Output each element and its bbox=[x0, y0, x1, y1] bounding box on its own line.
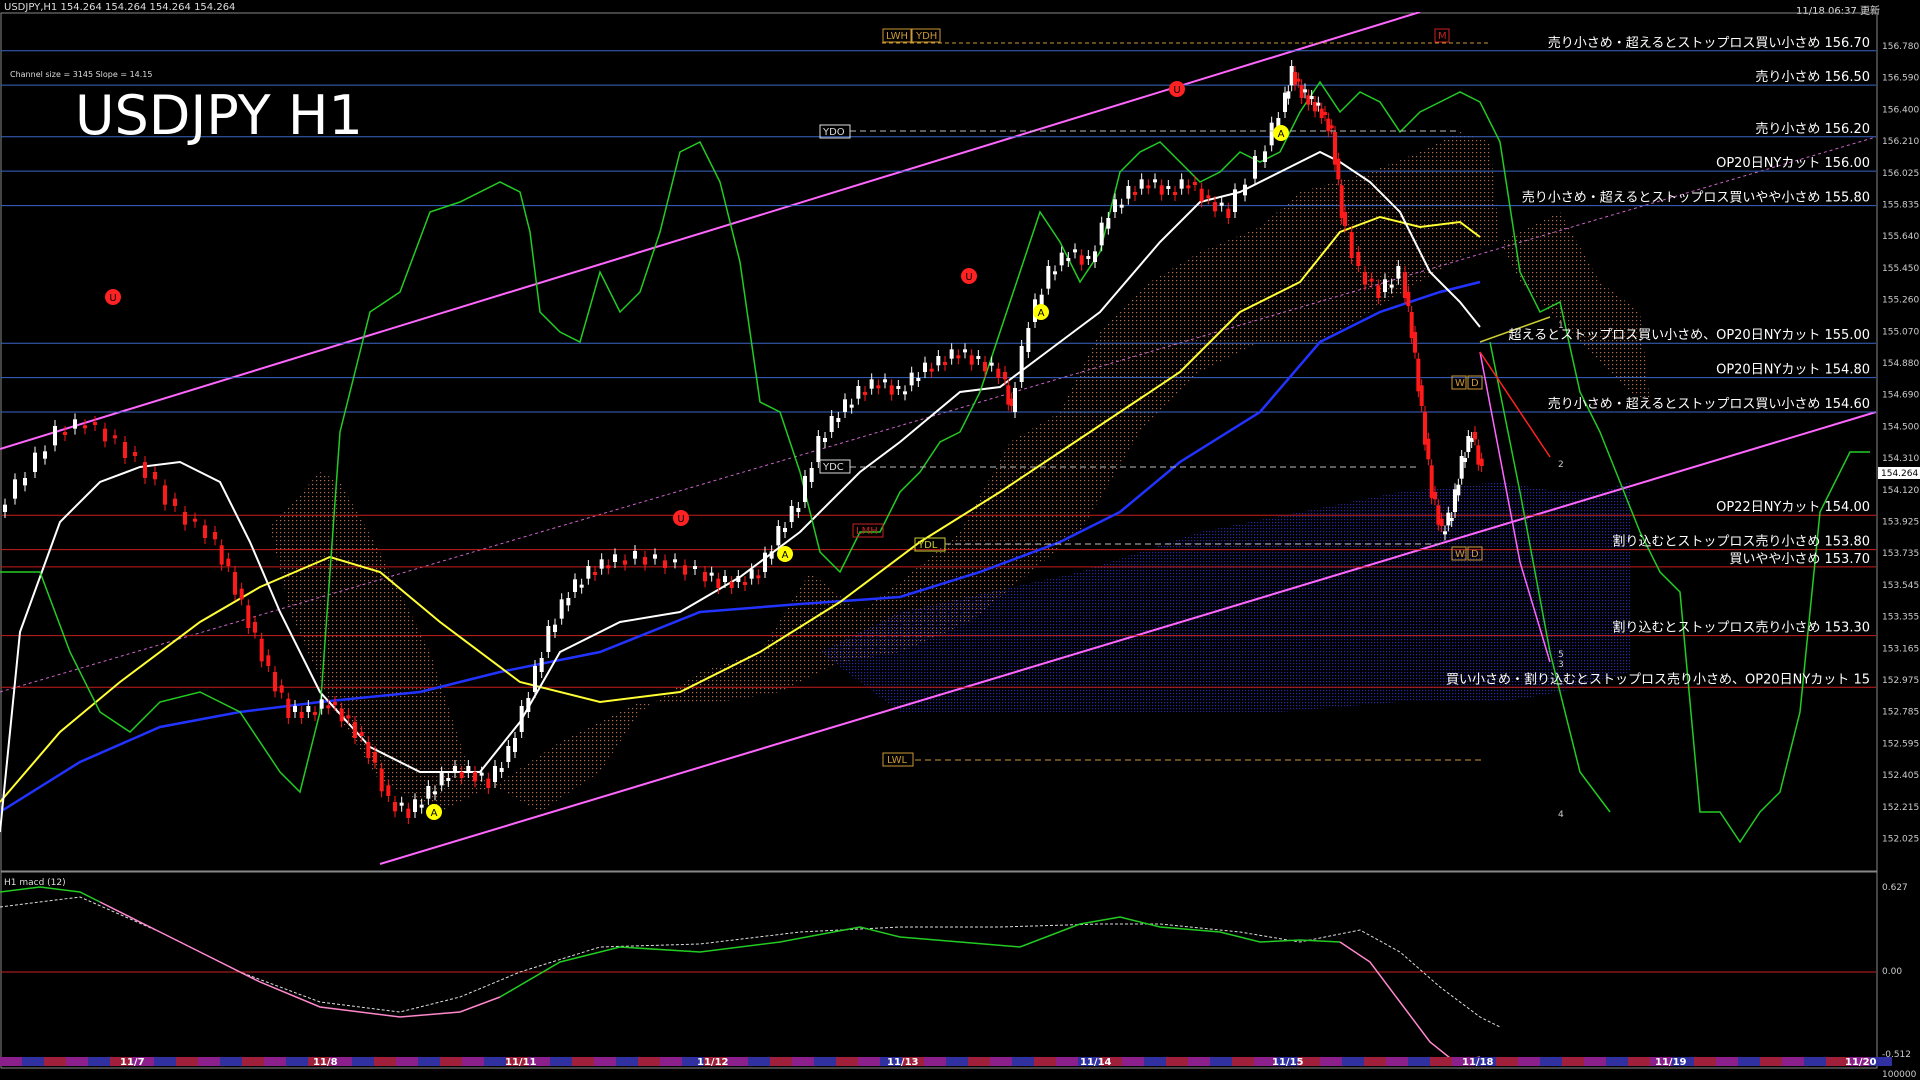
tag-ydl: YDL bbox=[917, 540, 938, 551]
svg-text:U: U bbox=[1173, 85, 1180, 96]
level-label: 買い小さめ・割り込むとストップロス売り小さめ、OP20日NYカット 15 bbox=[1446, 671, 1870, 687]
ichimoku-cloud bbox=[270, 132, 1650, 812]
price-tick: 152.025 bbox=[1882, 835, 1919, 845]
date-label: 11/8 bbox=[313, 1057, 338, 1068]
date-label: 11/14 bbox=[1080, 1057, 1112, 1068]
macd-signal-line bbox=[0, 896, 1501, 1028]
price-tick: 153.355 bbox=[1882, 613, 1919, 623]
wave-label-5: 5 bbox=[1558, 650, 1564, 660]
price-tick: 155.450 bbox=[1882, 264, 1919, 274]
price-tick: 155.070 bbox=[1882, 327, 1919, 337]
date-label: 11/11 bbox=[505, 1057, 537, 1068]
svg-text:U: U bbox=[965, 272, 972, 283]
price-tick: 153.735 bbox=[1882, 549, 1919, 559]
wave-label-4: 4 bbox=[1558, 810, 1564, 820]
price-tick: 153.165 bbox=[1882, 644, 1919, 654]
svg-text:A: A bbox=[782, 550, 789, 561]
svg-text:A: A bbox=[1038, 308, 1045, 319]
date-label: 11/19 bbox=[1655, 1057, 1687, 1068]
tag-w-bottom: W bbox=[1455, 549, 1465, 560]
channel-upper-line bbox=[0, 12, 1421, 450]
level-label: 売り小さめ・超えるとストップロス買い小さめ 156.70 bbox=[1548, 35, 1870, 51]
date-label: 11/7 bbox=[120, 1057, 145, 1068]
price-tick: 154.310 bbox=[1882, 454, 1919, 464]
macd-tick: 0.00 bbox=[1882, 967, 1902, 977]
level-label: OP20日NYカット 154.80 bbox=[1716, 363, 1870, 378]
tag-lwl: LWL bbox=[887, 755, 908, 766]
date-label: 11/20 bbox=[1845, 1057, 1877, 1068]
macd-main-pink-2 bbox=[1339, 941, 1481, 1063]
date-bar: 11/7 11/8 11/11 11/12 11/13 11/14 11/15 11/18 11… bbox=[0, 1057, 1892, 1068]
price-tick: 152.595 bbox=[1882, 739, 1919, 749]
tag-lwh: LWH bbox=[886, 31, 908, 42]
price-tick: 152.215 bbox=[1882, 803, 1919, 813]
tag-ydo: YDO bbox=[822, 127, 845, 138]
price-tick: 152.405 bbox=[1882, 771, 1919, 781]
price-tick: 155.835 bbox=[1882, 201, 1919, 211]
price-tick: 156.780 bbox=[1882, 42, 1919, 52]
price-tick: 155.640 bbox=[1882, 232, 1919, 242]
tag-ydh: YDH bbox=[915, 31, 937, 42]
macd-axis: 0.6270.00-0.512100000 bbox=[1882, 883, 1917, 1080]
channel-info: Channel size = 3145 Slope = 14.15 bbox=[10, 70, 153, 79]
tag-ydc: YDC bbox=[822, 462, 844, 473]
wave-label-3: 3 bbox=[1558, 660, 1564, 670]
level-label: 割り込むとストップロス売り小さめ 153.80 bbox=[1612, 534, 1870, 550]
price-tick: 156.400 bbox=[1882, 105, 1919, 115]
tag-lmh: LMH bbox=[856, 526, 878, 537]
price-tick: 156.025 bbox=[1882, 169, 1919, 179]
wave-label-2: 2 bbox=[1558, 460, 1564, 470]
level-label: 超えるとストップロス買い小さめ、OP20日NYカット 155.00 bbox=[1508, 328, 1870, 343]
macd-main-line bbox=[0, 886, 101, 903]
macd-label: H1 macd (12) bbox=[4, 878, 66, 888]
level-label: 売り小さめ・超えるとストップロス買いやや小さめ 155.80 bbox=[1522, 190, 1870, 206]
price-tick: 154.500 bbox=[1882, 422, 1919, 432]
macd-frame bbox=[0, 871, 1878, 1069]
current-price-label: 154.264 bbox=[1881, 469, 1918, 479]
price-tick: 152.785 bbox=[1882, 708, 1919, 718]
tag-m: M bbox=[1438, 31, 1447, 42]
svg-text:A: A bbox=[1278, 129, 1285, 140]
price-tick: 155.260 bbox=[1882, 296, 1919, 306]
macd-tick: 0.627 bbox=[1882, 883, 1908, 893]
channel-lower-line bbox=[379, 411, 1877, 865]
date-label: 11/15 bbox=[1272, 1057, 1304, 1068]
date-label: 11/12 bbox=[697, 1057, 729, 1068]
price-tick: 154.120 bbox=[1882, 486, 1919, 496]
level-label: 割り込むとストップロス売り小さめ 153.30 bbox=[1612, 620, 1870, 636]
svg-text:U: U bbox=[677, 514, 684, 525]
macd-tick: 100000 bbox=[1882, 1070, 1917, 1080]
level-label: 売り小さめ 156.50 bbox=[1755, 69, 1870, 85]
page-title: USDJPY H1 bbox=[75, 84, 363, 147]
price-tick: 156.590 bbox=[1882, 74, 1919, 84]
tag-d-top: D bbox=[1471, 378, 1479, 389]
macd-main-green bbox=[499, 916, 1341, 998]
level-label: 売り小さめ・超えるとストップロス買い小さめ 154.60 bbox=[1548, 396, 1870, 412]
date-label: 11/18 bbox=[1462, 1057, 1494, 1068]
price-tick: 153.925 bbox=[1882, 518, 1919, 528]
price-tick: 152.975 bbox=[1882, 676, 1919, 686]
svg-text:U: U bbox=[109, 293, 116, 304]
price-tick: 154.880 bbox=[1882, 359, 1919, 369]
level-label: 売り小さめ 156.20 bbox=[1755, 121, 1870, 137]
price-tick: 153.545 bbox=[1882, 581, 1919, 591]
macd-main-pink bbox=[99, 901, 501, 1018]
price-axis: 156.780 156.590 156.400 156.210 156.025 155.8… bbox=[1882, 42, 1919, 845]
tag-w-top: W bbox=[1455, 378, 1465, 389]
price-tick: 154.690 bbox=[1882, 391, 1919, 401]
price-chart[interactable]: 1 2 3 4 5 LWH YDH M YDO YDC LMH YDL LWL … bbox=[0, 12, 1920, 1080]
level-label: OP22日NYカット 154.00 bbox=[1716, 500, 1870, 515]
tag-d-bottom: D bbox=[1471, 549, 1479, 560]
level-label: OP20日NYカット 156.00 bbox=[1716, 156, 1870, 171]
date-label: 11/13 bbox=[887, 1057, 919, 1068]
price-tick: 156.210 bbox=[1882, 137, 1919, 147]
level-label: 買いやや小さめ 153.70 bbox=[1729, 552, 1870, 567]
svg-text:A: A bbox=[431, 808, 438, 819]
